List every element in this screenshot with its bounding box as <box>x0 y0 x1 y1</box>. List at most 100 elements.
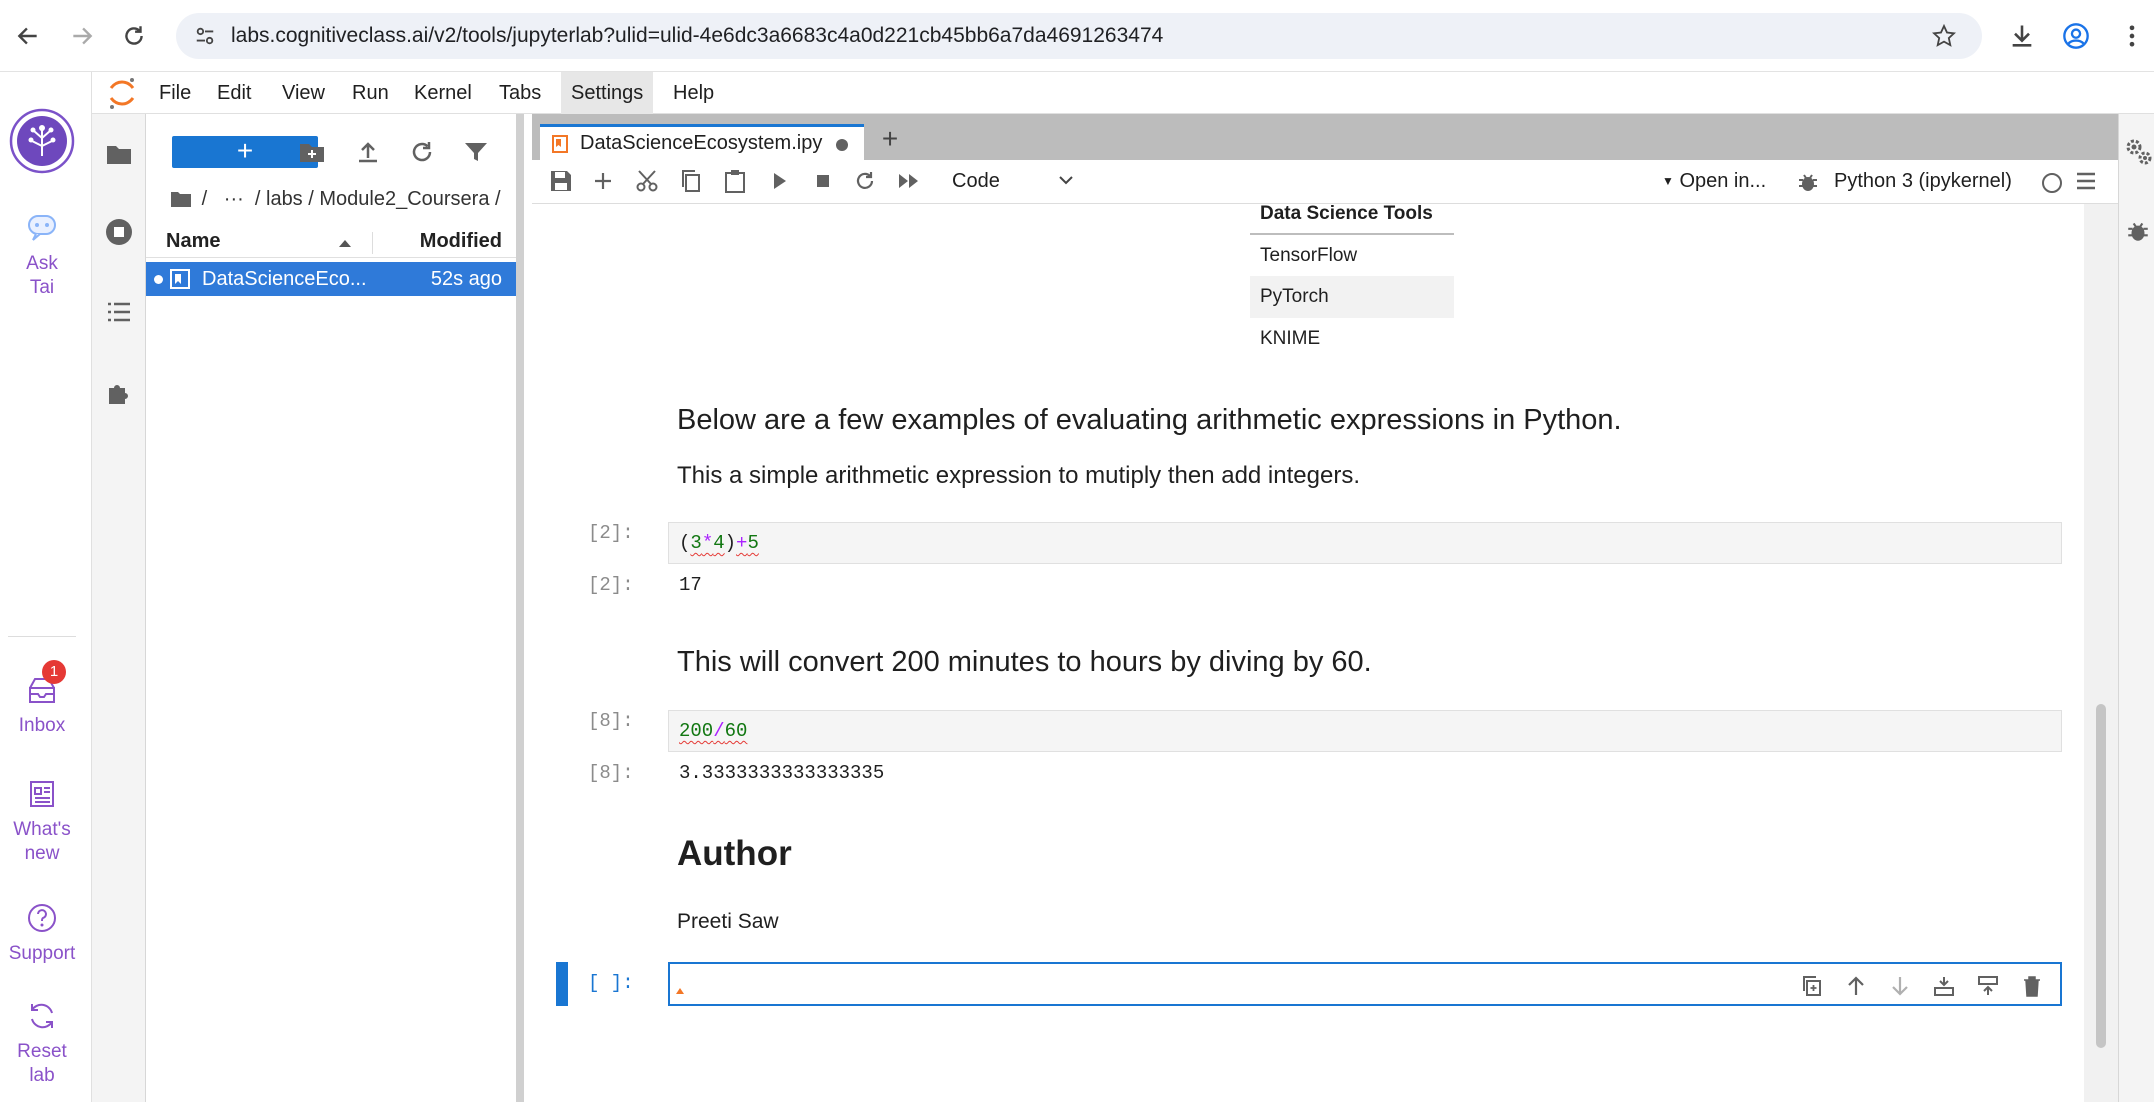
copy-icon[interactable] <box>678 168 704 194</box>
sort-asc-icon <box>339 240 351 247</box>
duplicate-cell-icon[interactable] <box>1800 974 1824 998</box>
markdown-heading: Below are a few examples of evaluating a… <box>677 404 1622 436</box>
menu-edit[interactable]: Edit <box>207 72 261 114</box>
notebook-toolbar: Code ▼ Open in... Python 3 (ipykernel) <box>532 160 2118 204</box>
save-icon[interactable] <box>548 168 574 194</box>
breadcrumb-path: / ··· / labs / Module2_Coursera / <box>201 188 501 210</box>
profile-icon[interactable] <box>2062 22 2090 50</box>
chevron-down-icon <box>1059 176 1073 185</box>
menu-kernel[interactable]: Kernel <box>404 72 482 114</box>
back-button[interactable] <box>8 16 48 56</box>
jupyter-logo-icon <box>109 78 135 109</box>
reset-lab-label: Reset lab <box>17 1041 67 1086</box>
help-circle-icon <box>28 904 56 932</box>
notebook-tab[interactable]: DataScienceEcosystem.ipy <box>540 124 864 160</box>
menu-view[interactable]: View <box>272 72 335 114</box>
menu-help[interactable]: Help <box>663 72 724 114</box>
delete-cell-icon[interactable] <box>2020 974 2044 998</box>
running-sessions-icon[interactable] <box>105 218 133 246</box>
newspaper-icon <box>30 781 54 807</box>
whats-new-button[interactable]: What's new <box>0 776 84 866</box>
chat-bot-icon <box>28 215 56 241</box>
add-cell-icon[interactable] <box>590 168 616 194</box>
notebook-scrollbar[interactable] <box>2084 204 2118 1102</box>
jupyter-activity-bar <box>92 114 146 1102</box>
menu-tabs[interactable]: Tabs <box>489 72 551 114</box>
author-heading: Author <box>677 834 792 873</box>
extension-manager-icon[interactable] <box>105 378 133 406</box>
code-cell[interactable]: 200/60 <box>668 710 2062 752</box>
filter-icon[interactable] <box>462 138 490 166</box>
whats-new-label: What's new <box>13 819 71 864</box>
skills-network-logo-icon[interactable] <box>9 108 75 174</box>
debugger-panel-icon[interactable] <box>2125 218 2151 244</box>
open-in-button[interactable]: ▼ Open in... <box>1662 170 1766 193</box>
unsaved-dot-icon[interactable] <box>836 139 848 151</box>
menu-run[interactable]: Run <box>342 72 399 114</box>
markdown-paragraph: This a simple arithmetic expression to m… <box>677 462 1360 489</box>
new-folder-icon[interactable] <box>298 138 326 166</box>
url-text: labs.cognitiveclass.ai/v2/tools/jupyterl… <box>231 24 1164 47</box>
restart-kernel-icon[interactable] <box>852 168 878 194</box>
insert-above-icon[interactable] <box>1976 974 2000 998</box>
notebook-content: Data Science Tools TensorFlow PyTorch KN… <box>532 204 2084 1102</box>
breadcrumb[interactable]: / ··· / labs / Module2_Coursera / <box>170 184 501 214</box>
folder-icon[interactable] <box>105 140 133 168</box>
file-modified: 52s ago <box>430 268 502 290</box>
download-icon[interactable] <box>2008 22 2036 50</box>
kernel-name[interactable]: Python 3 (ipykernel) <box>1834 170 2012 193</box>
active-cell-indicator <box>556 962 568 1006</box>
insert-below-icon[interactable] <box>1932 974 1956 998</box>
restart-run-all-icon[interactable] <box>896 168 922 194</box>
new-launcher-button[interactable]: + <box>172 136 318 168</box>
cut-icon[interactable] <box>634 168 660 194</box>
scrollbar-thumb[interactable] <box>2096 704 2106 1048</box>
arrow-right-icon <box>73 27 93 45</box>
star-icon[interactable] <box>1932 24 1956 48</box>
browser-toolbar: labs.cognitiveclass.ai/v2/tools/jupyterl… <box>0 0 2154 72</box>
notebook-tab-title: DataScienceEcosystem.ipy <box>580 132 823 154</box>
data-science-tools-table: Data Science Tools TensorFlow PyTorch KN… <box>1250 204 1454 360</box>
support-button[interactable]: Support <box>0 900 84 966</box>
stop-icon[interactable] <box>810 168 836 194</box>
upload-icon[interactable] <box>354 138 382 166</box>
hamburger-menu-icon[interactable] <box>2076 171 2096 191</box>
file-browser-panel: + / ··· / labs / Module2_Coursera / Name… <box>146 114 524 1102</box>
refresh-icon[interactable] <box>408 138 436 166</box>
home-folder-icon[interactable] <box>170 190 192 208</box>
cell-output: 3.3333333333333335 <box>679 762 885 784</box>
empty-code-cell[interactable] <box>668 962 2062 1006</box>
move-up-icon[interactable] <box>1844 974 1868 998</box>
file-list-header: Name Modified <box>146 228 516 258</box>
warning-marker-icon <box>676 988 684 994</box>
new-tab-button[interactable]: + <box>872 124 908 156</box>
file-row[interactable]: DataScienceEco... 52s ago <box>146 262 516 296</box>
jupyter-menu-bar: File Edit View Run Kernel Tabs Settings … <box>92 72 2154 114</box>
table-of-contents-icon[interactable] <box>105 298 133 326</box>
reset-lab-button[interactable]: Reset lab <box>0 998 84 1088</box>
forward-button[interactable] <box>62 16 102 56</box>
input-prompt: [ ]: <box>588 972 634 994</box>
divider <box>8 636 76 637</box>
code-cell[interactable]: (3*4)+5 <box>668 522 2062 564</box>
property-inspector-gear-icon[interactable] <box>2123 136 2153 166</box>
name-column-header[interactable]: Name <box>166 230 220 253</box>
modified-column-header[interactable]: Modified <box>420 230 502 253</box>
support-label: Support <box>8 943 76 964</box>
browser-menu-icon[interactable] <box>2118 22 2146 50</box>
reload-button[interactable] <box>114 16 154 56</box>
author-name: Preeti Saw <box>677 910 779 933</box>
paste-icon[interactable] <box>722 168 748 194</box>
running-dot-icon <box>154 275 163 284</box>
ask-tai-button[interactable]: Ask Tai <box>0 210 84 300</box>
menu-file[interactable]: File <box>149 72 201 114</box>
run-icon[interactable] <box>766 168 792 194</box>
debugger-icon[interactable] <box>1796 170 1820 194</box>
menu-settings[interactable]: Settings <box>561 72 654 114</box>
cell-output: 17 <box>679 574 702 596</box>
extension-sidebar: Ask Tai Inbox 1 What's new Support Reset… <box>0 72 92 1102</box>
inbox-button[interactable]: Inbox 1 <box>0 660 84 738</box>
move-down-icon[interactable] <box>1888 974 1912 998</box>
address-bar[interactable]: labs.cognitiveclass.ai/v2/tools/jupyterl… <box>176 13 1982 59</box>
site-settings-icon[interactable] <box>194 25 216 47</box>
